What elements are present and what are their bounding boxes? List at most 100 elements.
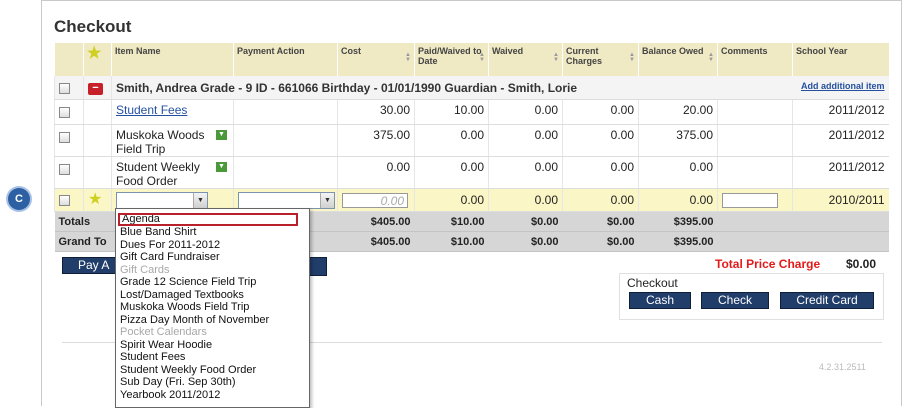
balance-cell: 20.00 <box>638 99 718 125</box>
pay-all-button[interactable]: Pay A <box>62 257 122 274</box>
expand-arrow-icon[interactable]: ▼ <box>216 162 227 172</box>
dropdown-option[interactable]: Dues For 2011-2012 <box>116 239 309 252</box>
chevron-down-icon: ▼ <box>320 192 334 208</box>
item-name: Student Weekly Food Order <box>116 160 200 188</box>
row-checkbox[interactable] <box>59 164 70 175</box>
checkout-label: Checkout <box>627 276 678 290</box>
header-paid[interactable]: Paid/Waived to Date ▲ ▼ <box>414 43 489 76</box>
table-row: Student Weekly Food Order ▼ 0.00 0.00 0.0… <box>54 156 889 189</box>
annotation-badge: C <box>8 188 30 210</box>
row-checkbox[interactable] <box>59 132 70 143</box>
add-additional-item-link[interactable]: Add additional item <box>801 81 885 91</box>
paid-cell: 0.00 <box>414 188 489 212</box>
current-cell: 0.00 <box>562 99 639 125</box>
header-item-name[interactable]: Item Name <box>111 43 234 76</box>
student-checkbox[interactable] <box>59 82 70 94</box>
grand-total-paid: $10.00 <box>414 231 489 252</box>
dropdown-group-label: Gift Cards <box>120 263 170 276</box>
total-current: $0.00 <box>562 211 639 232</box>
total-cost: $405.00 <box>337 211 415 232</box>
year-cell: 2011/2012 <box>792 156 889 189</box>
dropdown-option[interactable]: Student Weekly Food Order <box>116 364 309 377</box>
sort-icon: ▲ ▼ <box>479 52 485 63</box>
cash-button[interactable]: Cash <box>629 292 691 309</box>
item-name: Muskoka Woods Field Trip <box>116 128 205 156</box>
cost-cell: 375.00 <box>337 124 415 157</box>
dropdown-option[interactable]: Spirit Wear Hoodie <box>116 339 309 352</box>
star-icon[interactable]: ★ <box>88 191 102 208</box>
current-cell: 0.00 <box>562 124 639 157</box>
dropdown-option[interactable]: Gift Card Fundraiser <box>116 251 309 264</box>
student-info: Smith, Andrea Grade - 9 ID - 661066 Birt… <box>116 80 578 95</box>
sort-icon: ▲ ▼ <box>405 52 411 63</box>
year-cell: 2011/2012 <box>792 124 889 157</box>
dropdown-option[interactable]: Student Fees <box>116 351 309 364</box>
year-cell: 2010/2011 <box>792 188 889 212</box>
collapse-icon[interactable]: − <box>88 83 103 95</box>
header-select <box>54 43 84 76</box>
grand-total-cost: $405.00 <box>337 231 415 252</box>
grand-total-waived: $0.00 <box>488 231 563 252</box>
dropdown-option[interactable]: Yearbook 2011/2012 <box>116 389 309 402</box>
table-row: Muskoka Woods Field Trip ▼ 375.00 0.00 0.… <box>54 124 889 157</box>
waived-cell: 0.00 <box>488 99 563 125</box>
waived-cell: 0.00 <box>488 188 563 212</box>
balance-cell: 0.00 <box>638 156 718 189</box>
payment-action-select[interactable]: ▼ <box>238 191 335 209</box>
header-cost[interactable]: Cost ▲ ▼ <box>337 43 415 76</box>
credit-card-button[interactable]: Credit Card <box>780 292 874 309</box>
year-cell: 2011/2012 <box>792 99 889 125</box>
header-payment-action[interactable]: Payment Action <box>233 43 338 76</box>
total-balance: $395.00 <box>638 211 718 232</box>
dropdown-option-selected[interactable]: Agenda <box>118 213 298 226</box>
dropdown-group-label: Pocket Calendars <box>120 326 207 338</box>
dropdown-option[interactable]: Pizza Day Month of November <box>116 314 309 327</box>
header-balance-owed[interactable]: Balance Owed ▲ ▼ <box>638 43 718 76</box>
cost-cell: 30.00 <box>337 99 415 125</box>
star-icon: ★ <box>87 45 102 62</box>
sort-icon: ▲ ▼ <box>553 52 559 63</box>
comments-input[interactable] <box>722 192 778 208</box>
dropdown-option[interactable]: Muskoka Woods Field Trip <box>116 301 309 314</box>
waived-cell: 0.00 <box>488 156 563 189</box>
item-name-link[interactable]: Student Fees <box>116 103 187 117</box>
sort-icon: ▲ ▼ <box>629 52 635 63</box>
header-comments[interactable]: Comments <box>717 43 793 76</box>
version-label: 4.2.31.2511 <box>819 362 866 372</box>
balance-cell: 375.00 <box>638 124 718 157</box>
dropdown-option[interactable]: Sub Day (Fri. Sep 30th) <box>116 376 309 389</box>
grand-total-balance: $395.00 <box>638 231 718 252</box>
header-current-charges[interactable]: Current Charges ▲ ▼ <box>562 43 639 76</box>
cost-input[interactable]: 0.00 <box>342 192 408 208</box>
student-row: − Smith, Andrea Grade - 9 ID - 661066 Bi… <box>54 76 889 100</box>
totals-label: Totals <box>54 211 112 232</box>
cost-cell: 0.00 <box>337 156 415 189</box>
page-title: Checkout <box>54 17 132 36</box>
header-school-year[interactable]: School Year <box>792 43 889 76</box>
total-price-label: Total Price Charge <box>715 257 821 271</box>
current-cell: 0.00 <box>562 156 639 189</box>
sort-icon: ▲ ▼ <box>708 52 714 63</box>
table-row: Student Fees 30.00 10.00 0.00 0.00 20.00… <box>54 99 889 125</box>
dropdown-option[interactable]: Blue Band Shirt <box>116 226 309 239</box>
paid-cell: 10.00 <box>414 99 489 125</box>
total-paid: $10.00 <box>414 211 489 232</box>
total-waived: $0.00 <box>488 211 563 232</box>
waived-cell: 0.00 <box>488 124 563 157</box>
row-checkbox[interactable] <box>59 195 70 206</box>
dropdown-option[interactable]: Lost/Damaged Textbooks <box>116 289 309 302</box>
item-name-select[interactable]: ▼ <box>116 191 208 209</box>
current-cell: 0.00 <box>562 188 639 212</box>
balance-cell: 0.00 <box>638 188 718 212</box>
row-checkbox[interactable] <box>59 107 70 118</box>
grand-total-current: $0.00 <box>562 231 639 252</box>
dropdown-option[interactable]: Grade 12 Science Field Trip <box>116 276 309 289</box>
expand-arrow-icon[interactable]: ▼ <box>216 130 227 140</box>
header-favorite: ★ <box>83 43 112 76</box>
paid-cell: 0.00 <box>414 156 489 189</box>
check-button[interactable]: Check <box>701 292 769 309</box>
chevron-down-icon: ▼ <box>193 192 207 208</box>
item-name-dropdown[interactable]: Agenda Blue Band Shirt Dues For 2011-2012… <box>115 208 310 408</box>
header-waived[interactable]: Waived ▲ ▼ <box>488 43 563 76</box>
paid-cell: 0.00 <box>414 124 489 157</box>
